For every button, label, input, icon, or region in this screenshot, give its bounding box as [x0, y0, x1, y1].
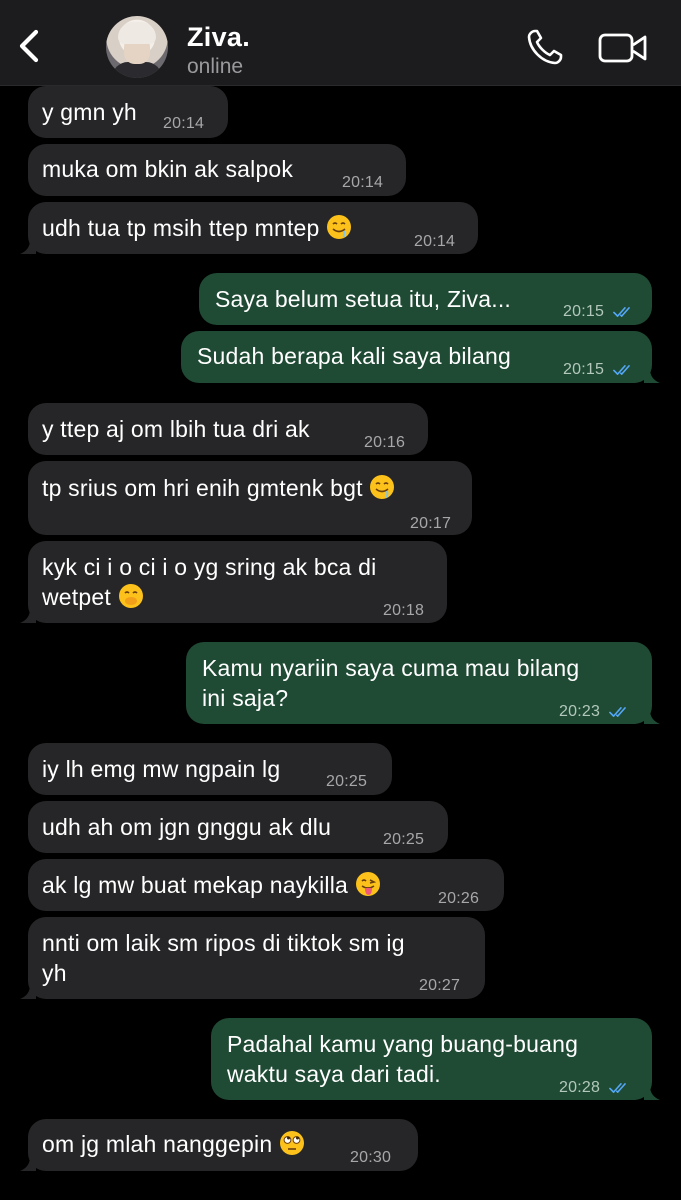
message-time: 20:27 — [419, 977, 461, 994]
message-time: 20:30 — [350, 1149, 392, 1166]
drooling-face-icon — [326, 214, 352, 240]
message-text: y gmn yh — [42, 99, 137, 125]
incoming-message[interactable]: y ttep aj om lbih tua dri ak 20:16 — [28, 403, 428, 455]
message-text: iy lh emg mw ngpain lg — [42, 756, 281, 782]
message-time: 20:18 — [383, 602, 425, 619]
incoming-message[interactable]: kyk ci i o ci i o yg sring ak bca di wet… — [20, 541, 447, 623]
bubble-tail — [20, 609, 36, 623]
contact-name[interactable]: Ziva. — [187, 22, 250, 53]
message-time: 20:14 — [163, 115, 205, 132]
message-text: Saya belum setua itu, Ziva... — [215, 286, 511, 312]
outgoing-message[interactable]: Padahal kamu yang buang-buang waktu saya… — [211, 1018, 660, 1103]
outgoing-message[interactable]: Kamu nyariin saya cuma mau bilang ini sa… — [186, 642, 660, 727]
bubble-tail — [20, 240, 36, 254]
outgoing-message[interactable]: Sudah berapa kali saya bilang 20:15 — [181, 331, 660, 385]
eye-roll-face-icon — [279, 1130, 305, 1156]
read-receipt-icon — [613, 363, 635, 377]
outgoing-message[interactable]: Saya belum setua itu, Ziva... 20:15 — [199, 273, 652, 325]
message-time: 20:25 — [326, 773, 368, 790]
incoming-message[interactable]: y gmn yh 20:14 — [28, 86, 228, 138]
message-text: muka om bkin ak salpok — [42, 156, 294, 182]
message-time: 20:15 — [563, 355, 635, 385]
message-time: 20:14 — [414, 233, 456, 250]
message-time: 20:14 — [342, 174, 384, 191]
message-text: nnti om laik sm ripos di tiktok sm ig yh — [42, 930, 405, 986]
message-time: 20:16 — [364, 434, 406, 451]
chevron-left-icon[interactable] — [12, 26, 46, 66]
bubble-tail — [20, 985, 36, 999]
incoming-message[interactable]: om jg mlah nanggepin 20:30 — [20, 1119, 418, 1171]
read-receipt-icon — [609, 1081, 631, 1095]
incoming-message[interactable]: tp srius om hri enih gmtenk bgt 20:17 — [28, 461, 472, 535]
message-time: 20:28 — [559, 1073, 631, 1103]
tongue-out-face-icon — [355, 871, 381, 897]
message-text: Sudah berapa kali saya bilang — [197, 343, 511, 369]
incoming-message[interactable]: ak lg mw buat mekap naykilla 20:26 — [28, 859, 504, 911]
phone-icon[interactable] — [526, 28, 564, 66]
message-time: 20:26 — [438, 890, 480, 907]
incoming-message[interactable]: muka om bkin ak salpok 20:14 — [28, 144, 406, 196]
message-text: tp srius om hri enih gmtenk bgt — [42, 473, 395, 503]
read-receipt-icon — [609, 705, 631, 719]
incoming-message[interactable]: nnti om laik sm ripos di tiktok sm ig yh… — [20, 917, 485, 999]
message-time: 20:25 — [383, 831, 425, 848]
incoming-message[interactable]: udh tua tp msih ttep mntep 20:14 — [20, 202, 478, 254]
message-text: ak lg mw buat mekap naykilla — [42, 870, 381, 900]
bubble-tail — [20, 1157, 36, 1171]
bubble-tail — [644, 1086, 660, 1100]
video-camera-icon[interactable] — [598, 32, 648, 64]
message-text: y ttep aj om lbih tua dri ak — [42, 416, 310, 442]
contact-status: online — [187, 55, 244, 78]
avatar[interactable] — [106, 16, 168, 78]
message-text: om jg mlah nanggepin — [42, 1129, 305, 1159]
read-receipt-icon — [613, 305, 635, 319]
hand-over-mouth-face-icon — [118, 583, 144, 609]
message-text: udh tua tp msih ttep mntep — [42, 213, 352, 243]
incoming-message[interactable]: iy lh emg mw ngpain lg 20:25 — [28, 743, 392, 795]
bubble-tail — [644, 369, 660, 383]
message-text: udh ah om jgn gnggu ak dlu — [42, 814, 332, 840]
incoming-message[interactable]: udh ah om jgn gnggu ak dlu 20:25 — [28, 801, 448, 853]
message-text: kyk ci i o ci i o yg sring ak bca di wet… — [42, 554, 377, 610]
chat-header: Ziva. online — [0, 0, 681, 86]
message-time: 20:15 — [563, 297, 635, 327]
drooling-face-icon — [369, 474, 395, 500]
message-time: 20:23 — [559, 697, 631, 727]
message-time: 20:17 — [410, 515, 452, 532]
bubble-tail — [644, 710, 660, 724]
